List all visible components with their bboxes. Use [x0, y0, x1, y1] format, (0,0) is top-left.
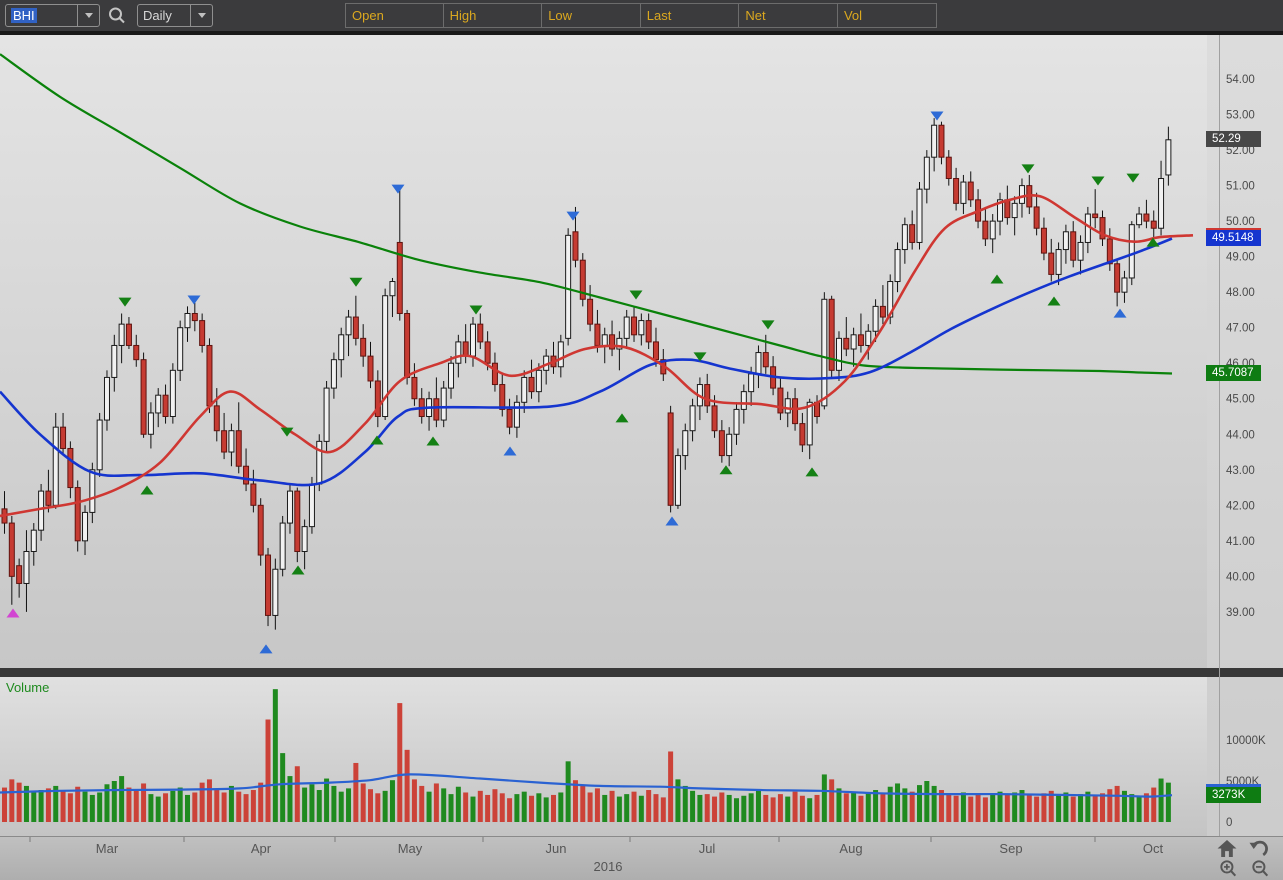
home-icon[interactable]: [1216, 839, 1238, 858]
charting-app: { "toolbar": { "symbol_value": "BHI", "t…: [0, 0, 1283, 880]
toolbar-divider: [0, 31, 1283, 35]
timeframe-value: Daily: [138, 8, 190, 23]
price-chart-surface[interactable]: [0, 35, 1283, 668]
last-price-tag: 52.29: [1206, 131, 1261, 147]
symbol-input[interactable]: BHI: [5, 4, 100, 27]
timeframe-dropdown-button[interactable]: [190, 5, 212, 26]
search-icon[interactable]: [106, 5, 128, 27]
volume-value-tag: 3273K: [1206, 784, 1261, 803]
toolbar: BHI Daily OpenHighLowLastNetVol: [0, 0, 1283, 31]
timeframe-select[interactable]: Daily: [137, 4, 213, 27]
quote-field-open: Open: [345, 3, 444, 28]
volume-chart-surface[interactable]: [0, 677, 1283, 836]
time-axis[interactable]: [0, 836, 1283, 880]
chevron-down-icon: [198, 13, 206, 18]
blue-ma-price-tag: 49.5148: [1206, 228, 1261, 246]
quote-field-last: Last: [641, 3, 740, 28]
quote-field-low: Low: [542, 3, 641, 28]
green-ma-price-tag: 45.7087: [1206, 365, 1261, 381]
symbol-value[interactable]: BHI: [11, 8, 37, 23]
price-axis[interactable]: [1207, 35, 1283, 836]
zoom-out-icon[interactable]: [1250, 859, 1272, 878]
quote-field-row: OpenHighLowLastNetVol: [345, 3, 937, 28]
quote-field-high: High: [444, 3, 543, 28]
pane-divider[interactable]: [0, 668, 1283, 677]
zoom-in-icon[interactable]: [1218, 859, 1240, 878]
undo-icon[interactable]: [1248, 839, 1270, 858]
symbol-dropdown-button[interactable]: [77, 5, 99, 26]
quote-field-net: Net: [739, 3, 838, 28]
chart-nav-controls: [1216, 839, 1278, 879]
volume-pane-label: Volume: [6, 680, 49, 695]
chevron-down-icon: [85, 13, 93, 18]
quote-field-vol: Vol: [838, 3, 937, 28]
